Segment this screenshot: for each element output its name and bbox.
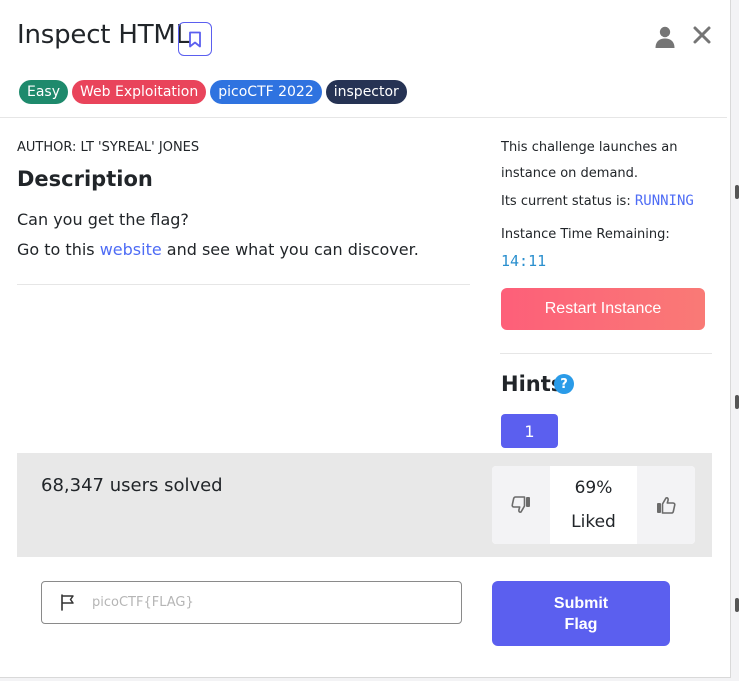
page-title: Inspect HTML — [17, 20, 190, 50]
challenge-modal: Inspect HTML Easy Web Exploitation picoC… — [0, 0, 731, 678]
status-label: Its current status is: — [501, 194, 635, 209]
description-text: and see what you can discover. — [161, 240, 419, 259]
instance-launch-text-2: instance on demand. — [501, 166, 639, 181]
submit-label-line-2: Flag — [564, 615, 598, 633]
stats-bar: 68,347 users solved 69% Liked — [17, 453, 712, 557]
tag-difficulty[interactable]: Easy — [19, 80, 69, 104]
flag-input[interactable] — [92, 582, 452, 623]
close-icon[interactable] — [691, 23, 713, 47]
rating-summary: 69% Liked — [550, 466, 637, 544]
header-divider — [0, 117, 727, 118]
restart-instance-button[interactable]: Restart Instance — [501, 288, 705, 330]
tag-keyword[interactable]: inspector — [325, 80, 407, 104]
user-icon[interactable] — [654, 25, 676, 49]
description-divider — [17, 284, 470, 285]
background-edge — [735, 185, 739, 199]
hint-button-1[interactable]: 1 — [501, 414, 558, 448]
hints-divider — [500, 353, 712, 354]
thumbs-up-icon — [657, 497, 676, 514]
submit-flag-button[interactable]: Submit Flag — [492, 581, 670, 646]
tag-category[interactable]: Web Exploitation — [72, 80, 207, 104]
tag-event[interactable]: picoCTF 2022 — [210, 80, 322, 104]
liked-percent: 69% — [574, 478, 613, 498]
time-remaining-label: Instance Time Remaining: — [501, 227, 670, 242]
liked-label: Liked — [571, 512, 616, 532]
rating-widget: 69% Liked — [492, 466, 695, 544]
bookmark-icon — [189, 31, 201, 47]
website-link[interactable]: website — [100, 240, 162, 259]
description-text: Go to this — [17, 240, 100, 259]
flag-input-group — [41, 581, 462, 624]
instance-launch-text-1: This challenge launches an — [501, 140, 678, 155]
background-edge — [735, 395, 739, 409]
background-edge — [735, 598, 739, 612]
description-heading: Description — [17, 167, 153, 191]
author-label: AUTHOR: LT 'SYREAL' JONES — [17, 140, 200, 155]
status-value: RUNNING — [634, 193, 694, 209]
description-line-1: Can you get the flag? — [17, 210, 189, 229]
time-remaining-value: 14:11 — [501, 252, 547, 270]
dislike-button[interactable] — [492, 466, 550, 544]
help-icon[interactable]: ? — [554, 374, 574, 394]
description-line-2: Go to this website and see what you can … — [17, 240, 419, 259]
users-solved: 68,347 users solved — [41, 475, 223, 496]
flag-icon — [61, 594, 74, 611]
thumbs-down-icon — [511, 496, 530, 513]
submit-label-line-1: Submit — [553, 594, 609, 612]
instance-status: Its current status is: RUNNING — [501, 188, 694, 215]
bookmark-button[interactable] — [178, 22, 212, 56]
like-button[interactable] — [637, 466, 695, 544]
tag-list: Easy Web Exploitation picoCTF 2022 inspe… — [19, 80, 407, 104]
